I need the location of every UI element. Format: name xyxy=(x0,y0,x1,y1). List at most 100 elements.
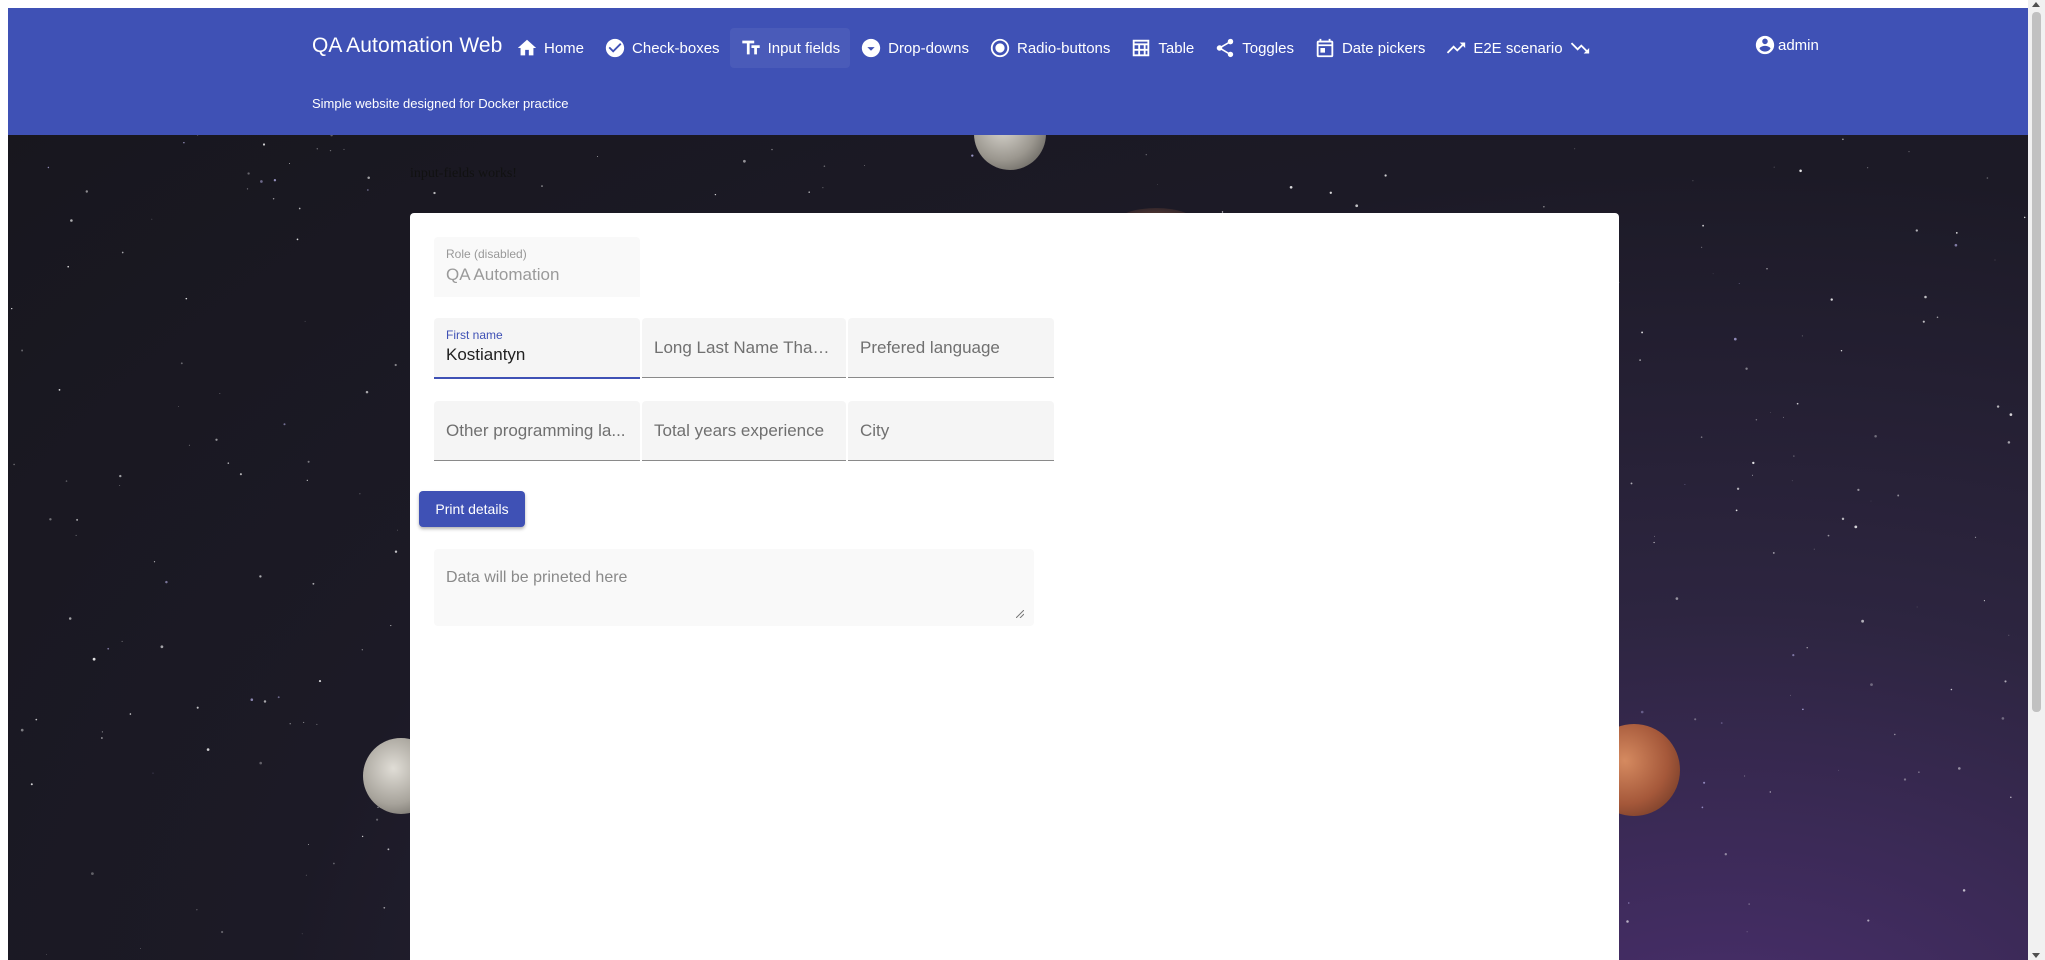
star xyxy=(1915,229,1918,232)
scroll-down-icon[interactable] xyxy=(2032,953,2040,958)
star xyxy=(152,772,154,774)
star xyxy=(1796,402,1799,405)
star xyxy=(160,645,164,649)
city-field[interactable]: City xyxy=(848,401,1054,461)
app-title[interactable]: QA Automation Web xyxy=(312,34,502,58)
star xyxy=(76,518,79,521)
last-name-placeholder: Long Last Name That ... xyxy=(654,338,834,357)
star xyxy=(91,872,94,875)
star xyxy=(153,561,156,563)
details-output-textarea[interactable]: Data will be prineted here xyxy=(434,549,1034,626)
star xyxy=(1751,474,1754,476)
radio-button-icon xyxy=(990,38,1010,58)
star xyxy=(1924,295,1927,299)
nav-date-pickers-label: Date pickers xyxy=(1341,39,1426,57)
star xyxy=(2007,441,2011,444)
star xyxy=(289,163,290,165)
page-scrollbar[interactable] xyxy=(2028,0,2045,960)
star xyxy=(1791,480,1793,482)
star xyxy=(259,575,262,578)
star xyxy=(239,473,242,476)
star xyxy=(70,219,73,222)
route-status-text: input-fields works! xyxy=(410,166,517,181)
preferred-language-field[interactable]: Prefered language xyxy=(848,318,1054,378)
details-output-placeholder: Data will be prineted here xyxy=(446,569,628,586)
nav-input-fields[interactable]: Input fields xyxy=(729,28,851,68)
star xyxy=(1384,174,1387,177)
nav-dropdowns-label: Drop-downs xyxy=(888,39,969,57)
star xyxy=(1543,206,1545,208)
star xyxy=(46,954,47,955)
star xyxy=(1813,548,1815,550)
star xyxy=(771,148,773,151)
star xyxy=(196,706,199,709)
star xyxy=(1733,337,1737,341)
table-icon xyxy=(1133,39,1150,57)
first-name-field[interactable]: First name Kostiantyn xyxy=(434,318,640,379)
main-nav: Home Check-boxes Input fields Drop-downs… xyxy=(506,28,1607,68)
star xyxy=(11,307,13,310)
scroll-up-icon[interactable] xyxy=(2032,2,2040,7)
star xyxy=(1653,541,1655,544)
star xyxy=(1639,359,1641,361)
star xyxy=(308,843,309,845)
check-circle-icon xyxy=(605,38,625,58)
star xyxy=(1916,606,1918,608)
star xyxy=(183,141,185,144)
star xyxy=(303,721,305,723)
nav-input-fields-label: Input fields xyxy=(767,39,841,57)
nav-e2e-scenario[interactable]: E2E scenario xyxy=(1435,28,1606,68)
nav-checkboxes[interactable]: Check-boxes xyxy=(594,28,730,68)
star xyxy=(394,363,397,367)
star xyxy=(1793,455,1795,457)
nav-home-label: Home xyxy=(544,39,585,57)
star xyxy=(188,444,190,446)
scroll-thumb[interactable] xyxy=(2032,12,2041,712)
star xyxy=(298,207,301,210)
nav-toggles[interactable]: Toggles xyxy=(1204,28,1304,68)
first-name-value[interactable]: Kostiantyn xyxy=(446,345,525,365)
star xyxy=(1724,853,1727,856)
star xyxy=(1684,484,1686,486)
star xyxy=(1986,177,1989,179)
star xyxy=(1840,349,1843,352)
years-experience-field[interactable]: Total years experience xyxy=(642,401,846,461)
years-experience-placeholder: Total years experience xyxy=(654,421,825,440)
resize-handle-icon[interactable] xyxy=(1016,610,1024,618)
nav-dropdowns[interactable]: Drop-downs xyxy=(850,28,979,68)
star xyxy=(262,143,266,146)
nav-table[interactable]: Table xyxy=(1120,28,1204,68)
star xyxy=(13,463,15,466)
star xyxy=(1692,180,1694,182)
last-name-field[interactable]: Long Last Name That ... xyxy=(642,318,846,378)
star xyxy=(92,657,96,661)
star xyxy=(121,640,123,642)
star xyxy=(343,148,345,150)
star xyxy=(185,297,188,300)
star xyxy=(246,188,249,190)
star xyxy=(1792,654,1795,657)
star xyxy=(387,848,390,851)
star xyxy=(260,180,263,183)
other-languages-field[interactable]: Other programming la... xyxy=(434,401,640,461)
nav-radio-buttons[interactable]: Radio-buttons xyxy=(979,28,1120,68)
star xyxy=(2023,216,2026,219)
star xyxy=(822,187,824,189)
star xyxy=(1874,435,1877,438)
nav-date-pickers[interactable]: Date pickers xyxy=(1304,28,1435,68)
star xyxy=(273,179,277,182)
star xyxy=(1908,150,1910,153)
star xyxy=(1806,647,1808,649)
star xyxy=(272,197,275,200)
star xyxy=(1830,298,1833,301)
star xyxy=(1746,931,1748,933)
nav-home[interactable]: Home xyxy=(506,28,594,68)
star xyxy=(68,617,72,620)
star xyxy=(318,680,322,683)
star xyxy=(49,518,52,521)
star xyxy=(1755,419,1758,421)
top-app-bar: QA Automation Web Home Check-boxes Input… xyxy=(8,8,2028,135)
print-details-button[interactable]: Print details xyxy=(419,491,525,527)
user-menu[interactable]: admin xyxy=(1754,34,1819,56)
nav-toggles-label: Toggles xyxy=(1242,39,1294,57)
